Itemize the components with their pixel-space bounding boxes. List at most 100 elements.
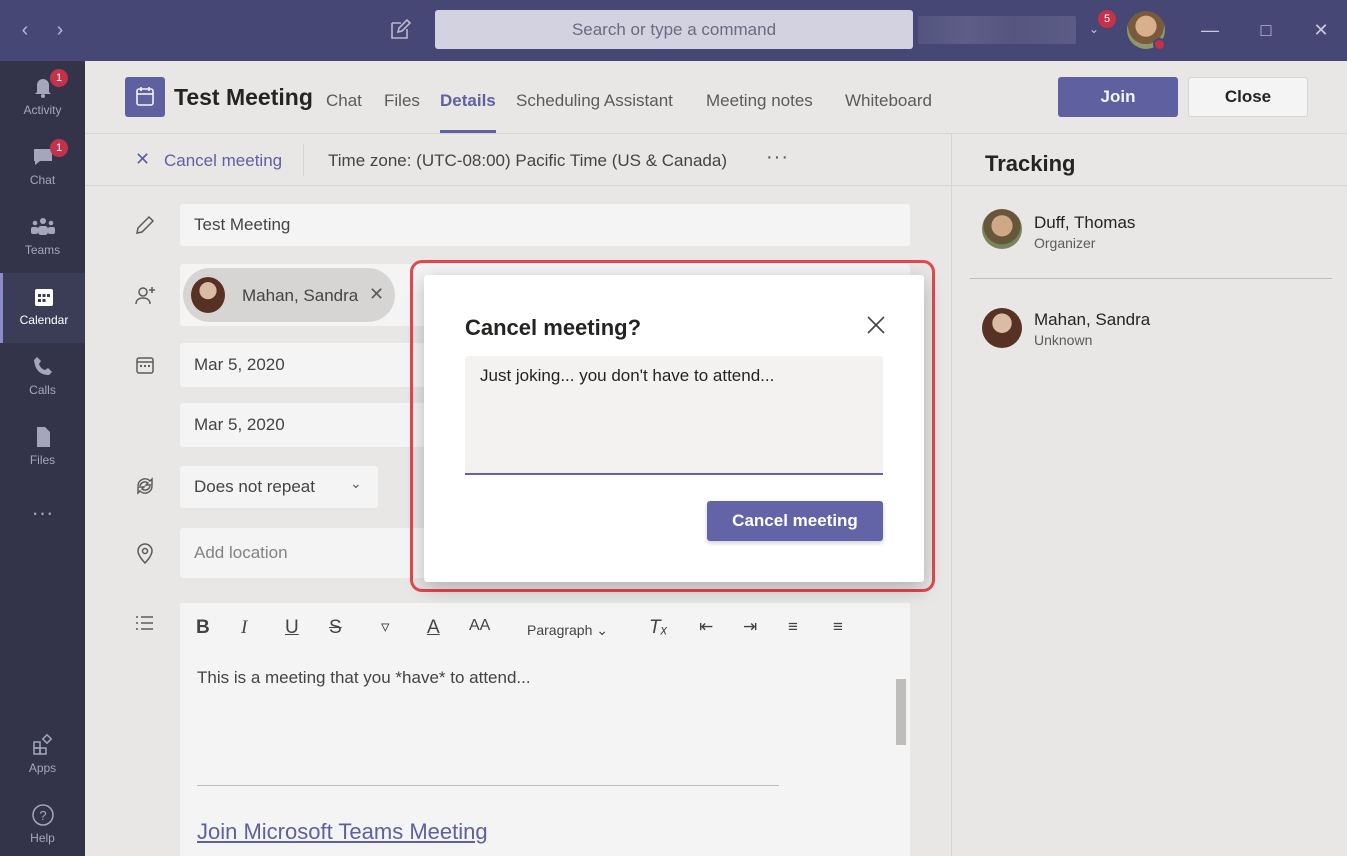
file-icon [36, 427, 50, 447]
new-chat-icon[interactable] [388, 18, 412, 42]
rail-item-files[interactable]: Files [0, 413, 85, 483]
tab-chat[interactable]: Chat [326, 91, 362, 111]
forward-arrow-icon[interactable]: › [48, 18, 72, 42]
start-date-field[interactable]: Mar 5, 2020 [180, 343, 430, 387]
join-button[interactable]: Join [1058, 77, 1178, 117]
command-bar: ✕ Cancel meeting Time zone: (UTC-08:00) … [85, 134, 951, 186]
back-arrow-icon[interactable]: ‹ [13, 18, 37, 42]
location-icon [137, 543, 153, 565]
divider [197, 785, 779, 786]
bold-icon[interactable]: B [196, 617, 210, 639]
rail-item-activity[interactable]: Activity 1 [0, 63, 85, 133]
minimize-icon[interactable]: — [1198, 18, 1222, 42]
rail-item-calls[interactable]: Calls [0, 343, 85, 413]
rail-label: Files [29, 453, 56, 467]
close-icon[interactable]: ✕ [135, 149, 150, 170]
rail-label: Calendar [19, 313, 69, 327]
details-list-icon [136, 616, 153, 630]
start-date-value: Mar 5, 2020 [194, 355, 285, 374]
paragraph-select[interactable]: Paragraph ⌄ [527, 622, 608, 639]
highlight-icon[interactable]: ▿ [381, 617, 390, 637]
decrease-indent-icon[interactable]: ⇤ [699, 617, 713, 637]
apps-icon [32, 733, 52, 755]
close-window-icon[interactable]: ✕ [1309, 18, 1333, 42]
clear-formatting-icon[interactable]: Tₓ [649, 617, 668, 639]
scrollbar[interactable] [892, 659, 910, 846]
end-date-field[interactable]: Mar 5, 2020 [180, 403, 430, 447]
paragraph-label: Paragraph [527, 622, 593, 638]
tab-meeting-notes[interactable]: Meeting notes [706, 91, 813, 111]
cancel-meeting-command[interactable]: Cancel meeting [164, 151, 282, 171]
numbered-list-icon[interactable]: ≡ [833, 617, 843, 637]
remove-attendee-icon[interactable]: ✕ [369, 284, 384, 305]
font-size-icon[interactable]: AA [469, 617, 490, 635]
avatar [191, 277, 225, 313]
svg-text:?: ? [39, 808, 46, 823]
close-icon[interactable] [864, 313, 888, 337]
cancel-meeting-dialog: Cancel meeting? Just joking... you don't… [424, 275, 924, 582]
rail-item-help[interactable]: ? Help [0, 791, 85, 856]
attendee-name: Duff, Thomas [1034, 213, 1136, 232]
bulleted-list-icon[interactable]: ≡ [788, 617, 798, 637]
rail-item-teams[interactable]: Teams [0, 203, 85, 273]
rail-label: Calls [29, 383, 56, 397]
rail-item-calendar[interactable]: Calendar [0, 273, 85, 343]
maximize-icon[interactable]: □ [1254, 18, 1278, 42]
rail-item-apps[interactable]: Apps [0, 721, 85, 791]
divider [303, 144, 304, 176]
attendee-chip: Mahan, Sandra ✕ [183, 268, 395, 322]
strikethrough-icon[interactable]: S [329, 617, 342, 639]
rail-label: Teams [24, 243, 61, 257]
calendar-icon [35, 289, 53, 306]
italic-icon[interactable]: I [241, 617, 247, 639]
chevron-down-icon[interactable]: ⌄ [1089, 22, 1099, 36]
title-bar: ‹ › Search or type a command ⌄ 5 — □ ✕ [0, 0, 1347, 61]
scrollbar-thumb[interactable] [896, 679, 906, 745]
dialog-title: Cancel meeting? [465, 315, 642, 340]
join-teams-meeting-link[interactable]: Join Microsoft Teams Meeting [197, 819, 488, 845]
more-apps-button[interactable]: ··· [0, 493, 85, 533]
meeting-title: Test Meeting [174, 84, 313, 110]
tab-details[interactable]: Details [440, 91, 496, 111]
font-color-icon[interactable]: A [427, 617, 440, 639]
close-button[interactable]: Close [1188, 77, 1308, 117]
attendee-name: Mahan, Sandra [1034, 310, 1151, 329]
rail-label: Apps [28, 761, 57, 775]
cancellation-message-input[interactable]: Just joking... you don't have to attend.… [465, 356, 883, 475]
avatar [982, 308, 1022, 348]
notification-badge: 5 [1098, 10, 1116, 28]
location-placeholder: Add location [194, 543, 288, 562]
description-body: This is a meeting that you *have* to att… [197, 668, 531, 687]
app-rail: Activity 1 Chat 1 Teams Calendar Calls F… [0, 61, 85, 856]
description-editor[interactable]: B I U S ▿ A AA Paragraph ⌄ Tₓ ⇤ ⇥ ≡ ≡ Th… [180, 603, 910, 856]
tab-whiteboard[interactable]: Whiteboard [845, 91, 932, 111]
rail-label: Chat [29, 173, 56, 187]
tab-files[interactable]: Files [384, 91, 420, 111]
end-date-value: Mar 5, 2020 [194, 415, 285, 434]
underline-icon[interactable]: U [285, 617, 299, 639]
chevron-down-icon: ⌄ [350, 475, 362, 491]
pencil-icon [136, 215, 155, 234]
help-icon: ? [31, 804, 54, 826]
search-input[interactable]: Search or type a command [435, 10, 913, 49]
attendee-role: Organizer [1034, 235, 1096, 251]
org-name-redacted [918, 16, 1076, 44]
rail-label: Activity [23, 103, 62, 117]
timezone-selector[interactable]: Time zone: (UTC-08:00) Pacific Time (US … [328, 151, 727, 171]
confirm-cancel-meeting-button[interactable]: Cancel meeting [707, 501, 883, 541]
tracking-title: Tracking [985, 151, 1076, 176]
title-field[interactable]: Test Meeting [180, 204, 910, 246]
meeting-header: Test Meeting Chat Files Details Scheduli… [85, 61, 1347, 134]
rail-item-chat[interactable]: Chat 1 [0, 133, 85, 203]
avatar [982, 209, 1022, 249]
repeat-value: Does not repeat [194, 477, 315, 496]
more-options-icon[interactable]: ··· [766, 146, 789, 169]
repeat-select[interactable]: Does not repeat ⌄ [180, 466, 378, 508]
increase-indent-icon[interactable]: ⇥ [743, 617, 757, 637]
rail-label: Help [30, 831, 55, 845]
phone-icon [33, 357, 52, 375]
tab-scheduling-assistant[interactable]: Scheduling Assistant [516, 91, 673, 111]
attendee-role: Unknown [1034, 332, 1093, 348]
add-person-icon [135, 287, 155, 305]
tracking-panel: Tracking Duff, Thomas Organizer Mahan, S… [951, 134, 1347, 856]
